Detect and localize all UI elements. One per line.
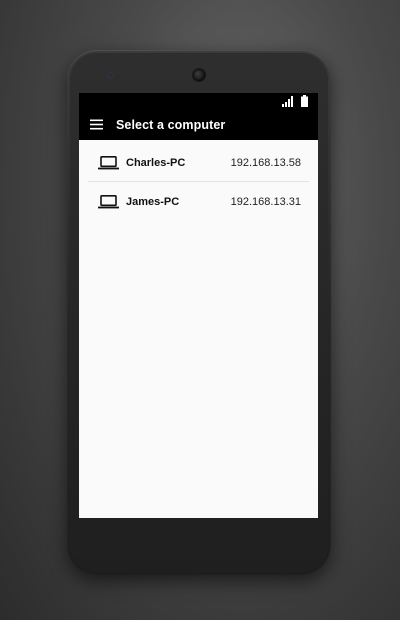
computer-name: James-PC: [126, 196, 180, 208]
status-bar: [79, 93, 318, 110]
computer-ip-address: 192.168.13.58: [230, 157, 301, 169]
hamburger-menu-icon[interactable]: [90, 119, 103, 130]
computer-list-item-charles-pc[interactable]: Charles-PC 192.168.13.58: [88, 143, 309, 182]
computer-ip-address: 192.168.13.31: [230, 196, 301, 208]
computer-list-item-james-pc[interactable]: James-PC 192.168.13.31: [88, 182, 309, 220]
cell-signal-icon: [282, 96, 293, 107]
laptop-icon: [98, 156, 119, 170]
app-bar: Select a computer: [79, 110, 318, 140]
front-camera: [193, 69, 205, 81]
phone-screen: Select a computer Charles-PC 192.168.13.…: [79, 93, 318, 518]
computer-list: Charles-PC 192.168.13.58 James-PC 192.16…: [79, 143, 318, 220]
laptop-icon: [98, 195, 119, 209]
page-title: Select a computer: [116, 118, 226, 132]
proximity-sensor: [108, 73, 113, 78]
computer-name: Charles-PC: [126, 157, 186, 169]
battery-full-icon: [301, 95, 308, 107]
